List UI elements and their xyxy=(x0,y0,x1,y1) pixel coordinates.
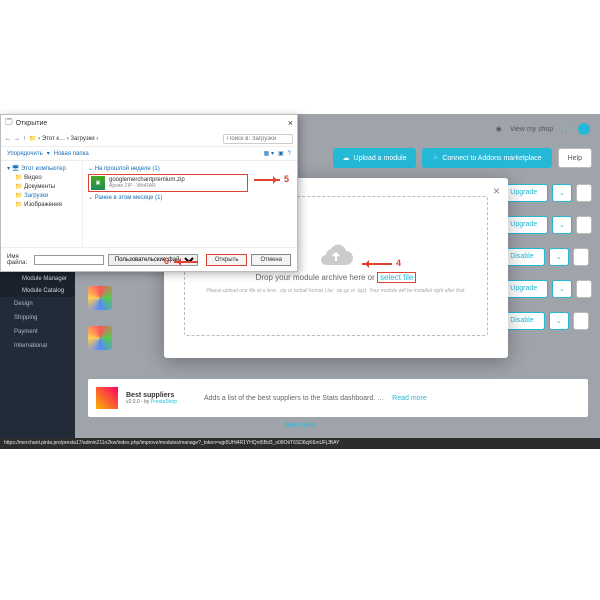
view-icon[interactable]: ▦ ▾ xyxy=(264,150,274,157)
dropdown-toggle[interactable]: ⌄ xyxy=(552,184,572,202)
new-folder-button[interactable]: Новая папка xyxy=(54,151,89,157)
annotation-arrow xyxy=(362,263,392,265)
module-title: Best suppliers xyxy=(126,392,196,399)
dropdown-toggle[interactable]: ⌄ xyxy=(549,312,569,330)
sidebar-sub-module-manager[interactable]: Module Manager xyxy=(0,273,75,285)
file-list: ⌄ На прошлой неделе (1) ▣ googlemerchant… xyxy=(83,161,297,247)
module-version: v2.0.0 - by xyxy=(126,399,149,405)
preview-icon[interactable]: ▣ xyxy=(278,150,284,157)
read-more-link[interactable]: Read more xyxy=(392,395,427,402)
dialog-title: Открытие xyxy=(16,120,48,127)
cancel-button[interactable]: Отмена xyxy=(251,254,291,266)
select-checkbox[interactable] xyxy=(573,248,589,266)
select-checkbox[interactable] xyxy=(576,184,592,202)
sidebar-item-international[interactable]: International xyxy=(0,339,75,353)
annotation-arrow xyxy=(174,261,198,263)
dialog-nav: ← → ↑ 📁 › Этот к… › Загрузки › xyxy=(1,131,297,147)
close-icon[interactable]: × xyxy=(493,184,500,198)
file-meta: Архив ZIP - WinRAR xyxy=(109,184,185,190)
select-checkbox[interactable] xyxy=(576,280,592,298)
dropzone-text: Drop your module archive here or select … xyxy=(256,273,417,282)
connect-label: Connect to Addons marketplace xyxy=(442,155,541,162)
open-button[interactable]: Открыть xyxy=(206,254,248,266)
module-icon xyxy=(88,286,112,310)
cloud-upload-icon: ☁ xyxy=(343,154,350,162)
tree-item-documents[interactable]: 📁 Документы xyxy=(5,182,78,191)
nav-fwd-icon[interactable]: → xyxy=(14,136,20,142)
help-button[interactable]: Help xyxy=(558,148,592,168)
upload-module-button[interactable]: ☁ Upload a module xyxy=(333,148,417,168)
breadcrumb[interactable]: 📁 › Этот к… › Загрузки › xyxy=(29,135,98,142)
dialog-titlebar: 🗔 Открытие × xyxy=(1,115,297,131)
nav-up-icon[interactable]: ↑ xyxy=(23,136,26,142)
sidebar-item-payment[interactable]: Payment xyxy=(0,325,75,339)
dialog-footer: Имя файла: Пользовательские файлы (…) От… xyxy=(1,247,297,271)
link-icon: ⁘ xyxy=(432,154,438,162)
app-icon: 🗔 xyxy=(5,118,13,129)
view-shop-link[interactable]: View my shop xyxy=(510,126,553,133)
filename-input[interactable] xyxy=(34,255,104,265)
list-group-header[interactable]: ⌄ Ранее в этом месяце (1) xyxy=(88,194,292,201)
annotation-number: 4 xyxy=(396,258,401,268)
module-row-actions: Upgrade⌄ xyxy=(499,216,592,234)
tree-item-pictures[interactable]: 📁 Изображения xyxy=(5,200,78,209)
tree-item-video[interactable]: 📁 Видео xyxy=(5,173,78,182)
file-open-dialog: 🗔 Открытие × ← → ↑ 📁 › Этот к… › Загрузк… xyxy=(0,114,298,272)
folder-tree: ▾ 🖥 Этот компьютер 📁 Видео 📁 Документы 📁… xyxy=(1,161,83,247)
module-row-actions: Disable⌄ xyxy=(499,248,592,266)
eye-icon: ◉ xyxy=(496,125,502,133)
dialog-options: Упорядочить▾ Новая папка ▦ ▾ ▣ ? xyxy=(1,147,297,161)
admin-sidebar: IMPROVE Modules Module Manager Module Ca… xyxy=(0,244,75,449)
annotation-number: 6 xyxy=(164,256,169,266)
help-icon[interactable]: ? xyxy=(288,151,291,157)
filetype-select[interactable]: Пользовательские файлы (…) xyxy=(108,254,198,266)
dropzone-hint: Please upload one file at a time, .zip o… xyxy=(206,288,466,294)
file-item-selected[interactable]: ▣ googlemerchantpremium.zip Архив ZIP - … xyxy=(88,174,248,192)
module-author[interactable]: PrestaShop xyxy=(151,399,177,405)
filename-label: Имя файла: xyxy=(7,254,30,266)
module-list-row: Best suppliers v2.0.0 - by PrestaShop Ad… xyxy=(88,379,588,417)
list-group-header[interactable]: ⌄ На прошлой неделе (1) xyxy=(88,165,292,172)
upload-label: Upload a module xyxy=(354,155,407,162)
archive-icon: ▣ xyxy=(91,176,105,190)
dropdown-toggle[interactable]: ⌄ xyxy=(552,216,572,234)
sidebar-sub-module-catalog[interactable]: Module Catalog xyxy=(0,285,75,297)
cloud-upload-icon xyxy=(316,239,356,267)
avatar[interactable] xyxy=(578,123,590,135)
module-action-column: Upgrade⌄ Upgrade⌄ Disable⌄ Upgrade⌄ Disa… xyxy=(499,184,592,330)
connect-addons-button[interactable]: ⁘ Connect to Addons marketplace xyxy=(422,148,551,168)
annotation-number: 5 xyxy=(284,174,289,184)
select-file-link[interactable]: select file xyxy=(377,272,416,283)
module-description: Adds a list of the best suppliers to the… xyxy=(204,395,384,402)
see-more-link[interactable]: See more xyxy=(285,422,315,429)
dropdown-toggle[interactable]: ⌄ xyxy=(549,248,569,266)
cart-icon[interactable]: 🛒 xyxy=(561,125,570,133)
tree-item-downloads[interactable]: 📁 Загрузки xyxy=(5,191,78,200)
sidebar-item-design[interactable]: Design xyxy=(0,297,75,311)
module-row-actions: Upgrade⌄ xyxy=(499,184,592,202)
page-toolbar: ☁ Upload a module ⁘ Connect to Addons mark… xyxy=(333,148,592,168)
top-header: ◉ View my shop 🛒 xyxy=(486,114,600,144)
sidebar-item-shipping[interactable]: Shipping xyxy=(0,311,75,325)
close-icon[interactable]: × xyxy=(288,118,293,128)
organize-menu[interactable]: Упорядочить xyxy=(7,151,43,157)
select-checkbox[interactable] xyxy=(573,312,589,330)
select-checkbox[interactable] xyxy=(576,216,592,234)
module-row-actions: Disable⌄ xyxy=(499,312,592,330)
module-row-actions: Upgrade⌄ xyxy=(499,280,592,298)
nav-back-icon[interactable]: ← xyxy=(5,136,11,142)
status-url: https://merchant.pinta.pro/presta17/admi… xyxy=(0,438,600,449)
module-icon xyxy=(96,387,118,409)
module-icon xyxy=(88,326,112,350)
tree-root[interactable]: ▾ 🖥 Этот компьютер xyxy=(5,164,78,173)
annotation-arrow xyxy=(254,179,280,181)
dropdown-toggle[interactable]: ⌄ xyxy=(552,280,572,298)
search-input[interactable] xyxy=(223,134,293,144)
